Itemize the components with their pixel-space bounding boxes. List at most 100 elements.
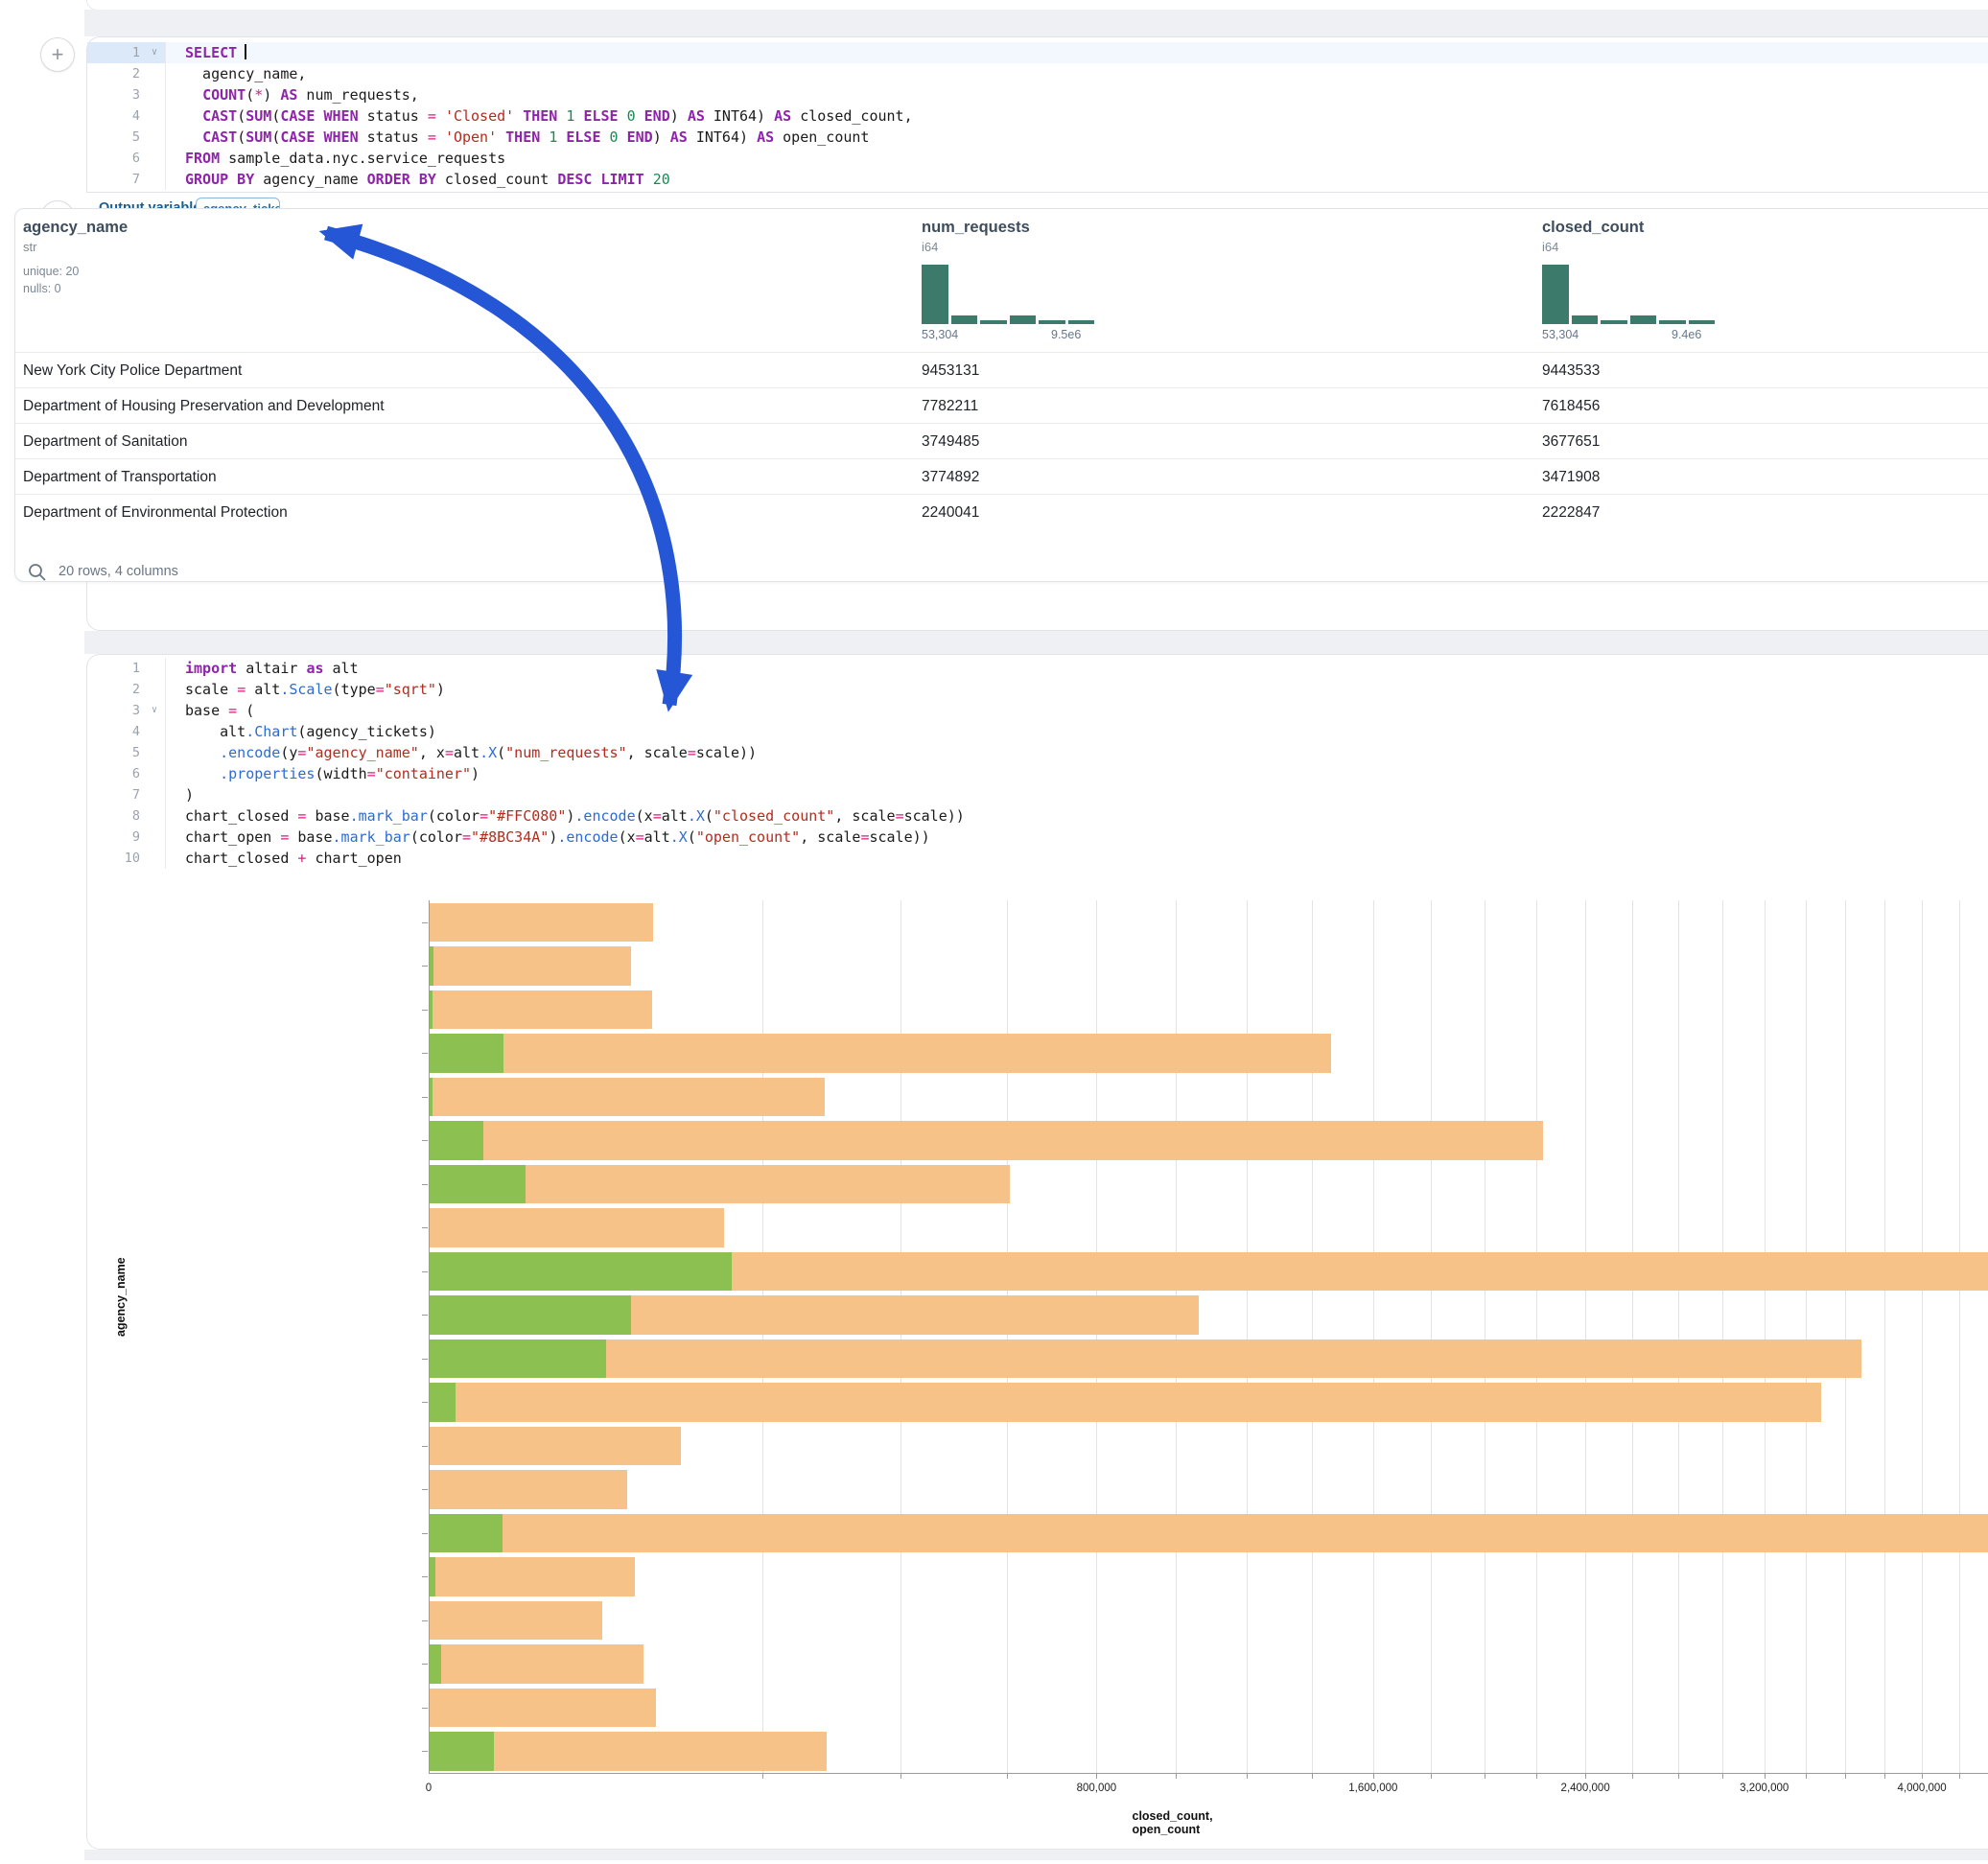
closed_count-bar (430, 1340, 1861, 1379)
table-row[interactable]: Department of Transportation377489234719… (15, 458, 1988, 495)
open_count-bar (430, 1295, 631, 1335)
code-line[interactable]: 5 CAST(SUM(CASE WHEN status = 'Open' THE… (87, 127, 1988, 148)
code-line[interactable]: 2scale = alt.Scale(type="sqrt") (87, 679, 1988, 700)
code-line[interactable]: 7) (87, 784, 1988, 805)
closed_count-bar (430, 1514, 1988, 1553)
code-text: COUNT(*) AS num_requests, (166, 84, 419, 105)
code-text: ) (166, 784, 194, 805)
open_count-bar (430, 1644, 441, 1684)
collapse-chevron-icon[interactable]: ∨ (152, 700, 157, 721)
line-number: 7 (87, 784, 166, 805)
histogram-bar (1689, 320, 1716, 324)
x-axis-tick-label: 0 (426, 1782, 432, 1794)
y-axis-tick (422, 922, 428, 923)
code-text: alt.Chart(agency_tickets) (166, 721, 436, 742)
gridline (900, 900, 901, 1773)
code-line[interactable]: 1∨SELECT (87, 42, 1988, 63)
column-header[interactable]: closed_count (1542, 219, 1644, 237)
closed_count-bar (430, 1208, 724, 1247)
table-row[interactable]: Department of Sanitation37494853677651 (15, 423, 1988, 459)
open_count-bar (430, 990, 433, 1030)
column-header[interactable]: agency_name (23, 219, 128, 237)
y-axis-tick (422, 1010, 428, 1011)
gridline (1765, 900, 1766, 1773)
column-histogram[interactable] (922, 265, 1094, 324)
code-line[interactable]: 8chart_closed = base.mark_bar(color="#FF… (87, 805, 1988, 827)
gridline (1845, 900, 1846, 1773)
histogram-bar (1068, 320, 1095, 324)
code-line[interactable]: 10chart_closed + chart_open (87, 848, 1988, 869)
code-text: FROM sample_data.nyc.service_requests (166, 148, 505, 169)
code-line[interactable]: 9chart_open = base.mark_bar(color="#8BC3… (87, 827, 1988, 848)
histogram-bar (922, 265, 948, 324)
code-line[interactable]: 4 alt.Chart(agency_tickets) (87, 721, 1988, 742)
closed_count-bar (430, 1427, 681, 1466)
closed_count-bar (430, 1644, 643, 1684)
table-cell: 7782211 (922, 388, 978, 424)
column-header[interactable]: num_requests (922, 219, 1030, 237)
code-line[interactable]: 4 CAST(SUM(CASE WHEN status = 'Closed' T… (87, 105, 1988, 127)
y-axis-tick (422, 1227, 428, 1228)
code-line[interactable]: 3 COUNT(*) AS num_requests, (87, 84, 1988, 105)
table-cell: New York City Police Department (23, 353, 242, 388)
line-number: 6 (87, 763, 166, 784)
y-axis-tick (422, 1053, 428, 1054)
gridline (1884, 900, 1885, 1773)
open_count-bar (430, 1165, 526, 1204)
histogram-max-label: 9.5e6 (1051, 328, 1081, 341)
code-text: .encode(y="agency_name", x=alt.X("num_re… (166, 742, 757, 763)
table-row[interactable]: New York City Police Department945313194… (15, 352, 1988, 388)
column-stat: unique: 20 (23, 265, 79, 278)
x-axis-tick-label: 4,000,000 (1898, 1782, 1947, 1794)
y-axis-tick (422, 1140, 428, 1141)
add-cell-button[interactable]: + (40, 37, 75, 72)
y-axis-tick (422, 1184, 428, 1185)
line-number: 1 (87, 658, 166, 679)
closed_count-bar (430, 903, 653, 943)
y-axis-line (429, 900, 430, 1773)
line-number: 2 (87, 679, 166, 700)
y-axis-tick (422, 1315, 428, 1316)
open_count-bar (430, 1514, 503, 1553)
row-count-label: 20 rows, 4 columns (58, 564, 178, 579)
gridline (1312, 900, 1313, 1773)
gridline (762, 900, 763, 1773)
search-icon[interactable] (27, 562, 48, 583)
sql-code-editor[interactable]: 1∨SELECT2 agency_name,3 COUNT(*) AS num_… (87, 42, 1988, 190)
histogram-bar (980, 320, 1007, 324)
line-number: 4 (87, 721, 166, 742)
code-line[interactable]: 6FROM sample_data.nyc.service_requests (87, 148, 1988, 169)
table-cell: 3749485 (922, 424, 979, 459)
y-axis-tick (422, 1533, 428, 1534)
line-number: 9 (87, 827, 166, 848)
y-axis-tick (422, 966, 428, 967)
code-line[interactable]: 6 .properties(width="container") (87, 763, 1988, 784)
open_count-bar (430, 946, 433, 986)
column-type: i64 (1542, 240, 1558, 254)
table-cell: 3471908 (1542, 459, 1600, 495)
code-line[interactable]: 5 .encode(y="agency_name", x=alt.X("num_… (87, 742, 1988, 763)
closed_count-bar (430, 946, 631, 986)
code-line[interactable]: 1import altair as alt (87, 658, 1988, 679)
y-axis-tick (422, 1402, 428, 1403)
code-line[interactable]: 3∨base = ( (87, 700, 1988, 721)
open_count-bar (430, 1383, 456, 1422)
y-axis-title: agency_name (114, 1257, 128, 1337)
y-axis-tick (422, 1620, 428, 1621)
python-code-editor[interactable]: 1import altair as alt2scale = alt.Scale(… (87, 658, 1988, 869)
column-histogram[interactable] (1542, 265, 1715, 324)
result-table: agency_namestrunique: 20nulls: 0num_requ… (14, 208, 1988, 582)
table-cell: 3677651 (1542, 424, 1600, 459)
table-row[interactable]: Department of Housing Preservation and D… (15, 387, 1988, 424)
python-cell: 1import altair as alt2scale = alt.Scale(… (86, 654, 1988, 1850)
gridline (1585, 900, 1586, 1773)
gridline (1722, 900, 1723, 1773)
table-row[interactable]: Department of Environmental Protection22… (15, 494, 1988, 530)
code-line[interactable]: 2 agency_name, (87, 63, 1988, 84)
gridline (1096, 900, 1097, 1773)
y-axis-tick (422, 1446, 428, 1447)
code-line[interactable]: 7GROUP BY agency_name ORDER BY closed_co… (87, 169, 1988, 190)
open_count-bar (430, 1340, 606, 1379)
histogram-bar (951, 315, 978, 324)
collapse-chevron-icon[interactable]: ∨ (152, 42, 157, 63)
